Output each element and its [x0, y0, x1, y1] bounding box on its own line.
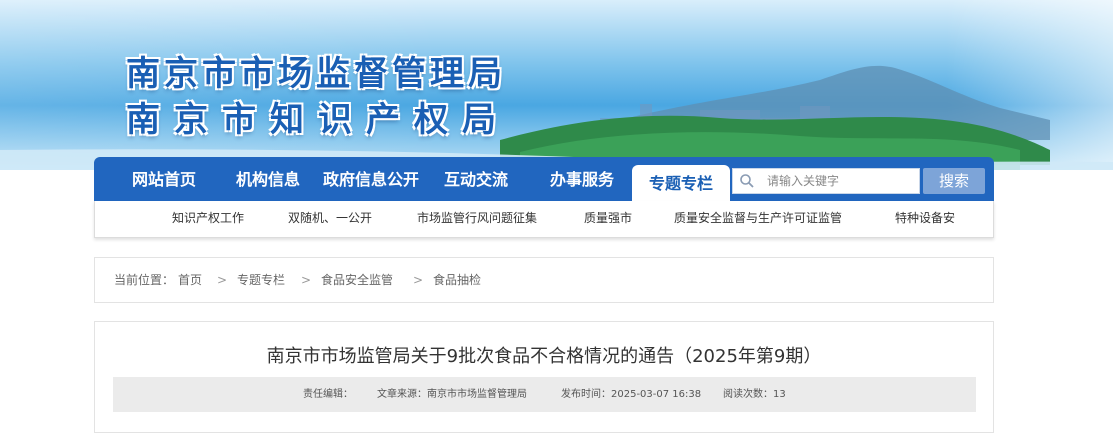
- article-panel: 南京市市场监管局关于9批次食品不合格情况的通告（2025年第9期） 责任编辑： …: [94, 321, 994, 433]
- subnav-item-ip-work[interactable]: 知识产权工作: [172, 201, 244, 237]
- nav-item-gov-info[interactable]: 政府信息公开: [316, 157, 426, 201]
- nav-item-services[interactable]: 办事服务: [534, 157, 630, 201]
- breadcrumb-prefix: 当前位置：: [114, 273, 175, 287]
- search-input[interactable]: [767, 169, 915, 193]
- subnav-item-quality-city[interactable]: 质量强市: [584, 201, 632, 237]
- article-meta: 责任编辑： 文章来源：南京市市场监督管理局 发布时间：2025-03-07 16…: [113, 377, 976, 412]
- breadcrumb: 当前位置： 首页 > 专题专栏 > 食品安全监管 > 食品抽检: [94, 257, 994, 303]
- site-title-line1: 南京市市场监督管理局: [126, 54, 506, 94]
- subnav-item-conduct-issues[interactable]: 市场监管行风问题征集: [417, 201, 537, 237]
- nav-item-organization[interactable]: 机构信息: [220, 157, 316, 201]
- subnav-item-quality-safety[interactable]: 质量安全监督与生产许可证监管: [674, 201, 842, 237]
- meta-published: 发布时间：2025-03-07 16:38: [561, 389, 702, 400]
- site-title-line2: 南京市知识产权局: [126, 100, 510, 140]
- breadcrumb-item-food-sampling[interactable]: 食品抽检: [433, 258, 481, 302]
- breadcrumb-separator: >: [217, 273, 228, 287]
- subnav-item-special-equipment[interactable]: 特种设备安: [895, 201, 955, 237]
- article-title: 南京市市场监管局关于9批次食品不合格情况的通告（2025年第9期）: [266, 346, 822, 367]
- breadcrumb-item-special-topics[interactable]: 专题专栏: [237, 258, 285, 302]
- nav-item-special-topics[interactable]: 专题专栏: [632, 165, 730, 201]
- search-button[interactable]: 搜索: [923, 168, 985, 194]
- meta-views: 阅读次数：13: [723, 389, 786, 400]
- breadcrumb-separator: >: [301, 273, 312, 287]
- meta-editor: 责任编辑：: [303, 389, 353, 400]
- breadcrumb-item-food-safety[interactable]: 食品安全监管: [321, 258, 393, 302]
- search-box: [732, 168, 920, 194]
- nav-item-home[interactable]: 网站首页: [116, 157, 212, 201]
- search-icon: [740, 174, 754, 188]
- subnav-item-double-random[interactable]: 双随机、一公开: [288, 201, 372, 237]
- breadcrumb-item-home[interactable]: 首页: [178, 258, 202, 302]
- nav-item-interaction[interactable]: 互动交流: [428, 157, 524, 201]
- breadcrumb-separator: >: [413, 273, 424, 287]
- sub-nav: 知识产权工作 双随机、一公开 市场监管行风问题征集 质量强市 质量安全监督与生产…: [94, 201, 994, 238]
- main-nav: 网站首页 机构信息 政府信息公开 互动交流 办事服务 专题专栏 搜索: [94, 157, 994, 201]
- header-banner: 南京市市场监督管理局 南京市知识产权局: [0, 0, 1113, 170]
- meta-source: 文章来源：南京市市场监督管理局: [377, 389, 527, 400]
